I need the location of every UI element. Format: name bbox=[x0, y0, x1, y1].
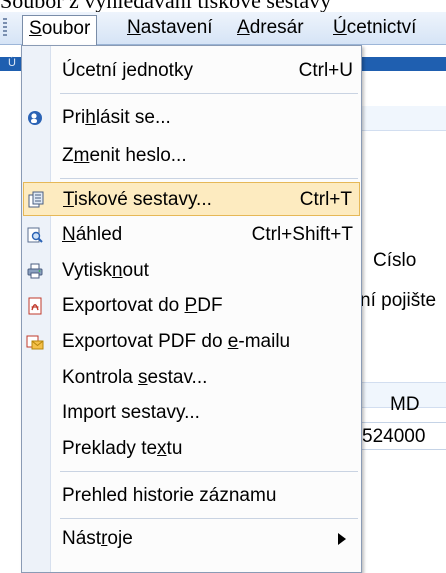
menu-item-label: Tiskové sestavy... bbox=[63, 189, 212, 210]
form-header-panel bbox=[360, 106, 446, 131]
toolbar-grip[interactable] bbox=[3, 18, 7, 38]
menu-item-label: Exportovat PDF do e-mailu bbox=[62, 331, 291, 352]
menu-ucetnictvi-label: cetnictví bbox=[346, 17, 417, 38]
pdf-icon bbox=[28, 297, 42, 315]
menu-item-label: Import sestavy... bbox=[62, 402, 200, 423]
menu-item-nahled[interactable]: Náhled Ctrl+Shift+T bbox=[23, 218, 360, 252]
menu-separator bbox=[60, 93, 358, 94]
pdf-email-icon bbox=[26, 335, 44, 350]
menu-separator bbox=[60, 518, 358, 519]
menu-soubor-mnemonic: S bbox=[29, 18, 42, 39]
menu-ucetnictvi[interactable]: Úcetnictví bbox=[327, 15, 422, 41]
menu-item-label: Exportovat do PDF bbox=[62, 295, 223, 316]
menu-nastaveni-mnemonic: N bbox=[127, 17, 141, 38]
menu-item-nastroje[interactable]: Nástroje bbox=[23, 522, 360, 556]
menu-item-shortcut: Ctrl+Shift+T bbox=[251, 224, 353, 245]
login-icon bbox=[28, 111, 42, 125]
menu-item-label: Vytisknout bbox=[62, 260, 149, 281]
md-column-header[interactable]: MD bbox=[390, 394, 420, 416]
menu-soubor[interactable]: Soubor bbox=[22, 15, 98, 45]
menu-adresar[interactable]: Adresár bbox=[231, 15, 310, 41]
pojisteni-label: ní pojište bbox=[360, 290, 437, 311]
menu-item-label: Zmenit heslo... bbox=[62, 145, 187, 166]
menu-item-shortcut: Ctrl+T bbox=[299, 189, 352, 210]
menu-item-preklady-textu[interactable]: Preklady textu bbox=[23, 432, 360, 466]
menu-item-label: Kontrola sestav... bbox=[62, 367, 208, 388]
menu-item-export-pdf-email[interactable]: Exportovat PDF do e-mailu bbox=[23, 325, 360, 359]
menu-separator bbox=[60, 471, 358, 472]
menu-adresar-label: dresár bbox=[249, 17, 304, 38]
menu-soubor-label: oubor bbox=[41, 18, 91, 39]
menu-ucetnictvi-mnemonic: Ú bbox=[333, 17, 347, 38]
menu-separator bbox=[60, 178, 358, 179]
menu-adresar-mnemonic: A bbox=[237, 17, 250, 38]
menu-item-tiskove-sestavy[interactable]: Tiskové sestavy... Ctrl+T bbox=[23, 182, 360, 216]
menu-item-label: Úcetní jednotky bbox=[62, 60, 193, 81]
menu-item-label: Prehled historie záznamu bbox=[62, 485, 277, 506]
menu-item-vytisknout[interactable]: Vytisknout bbox=[23, 254, 360, 288]
soubor-dropdown-menu: Úcetní jednotky Ctrl+U Prihlásit se... Z… bbox=[21, 45, 362, 573]
document-caption: Soubor z vyhledávání tiskové sestavy bbox=[0, 0, 446, 12]
document-tab-label[interactable]: Ú bbox=[8, 57, 16, 69]
report-icon bbox=[28, 191, 44, 208]
menu-item-prihlasit[interactable]: Prihlásit se... bbox=[23, 101, 360, 135]
menu-item-export-pdf[interactable]: Exportovat do PDF bbox=[23, 289, 360, 323]
menu-item-label: Preklady textu bbox=[62, 438, 183, 459]
md-cell[interactable]: 524000 bbox=[360, 422, 446, 450]
menu-item-import-sestavy[interactable]: Import sestavy... bbox=[23, 396, 360, 430]
printer-icon bbox=[27, 263, 43, 279]
cislo-label: Císlo bbox=[373, 250, 417, 271]
menu-item-label: Prihlásit se... bbox=[62, 107, 171, 128]
menu-item-kontrola-sestav[interactable]: Kontrola sestav... bbox=[23, 361, 360, 395]
preview-icon bbox=[27, 227, 43, 243]
submenu-arrow-icon bbox=[338, 533, 346, 545]
menu-item-prehled-historie[interactable]: Prehled historie záznamu bbox=[23, 479, 360, 513]
menu-item-shortcut: Ctrl+U bbox=[298, 60, 353, 81]
menu-item-zmenit-heslo[interactable]: Zmenit heslo... bbox=[23, 139, 360, 173]
menu-item-label: Náhled bbox=[62, 224, 123, 245]
menu-bar: Soubor Nastavení Adresár Úcetnictví bbox=[0, 12, 446, 45]
menu-nastaveni[interactable]: Nastavení bbox=[121, 15, 219, 41]
menu-item-ucetni-jednotky[interactable]: Úcetní jednotky Ctrl+U bbox=[23, 54, 360, 88]
menu-item-label: Nástroje bbox=[62, 528, 133, 549]
menu-nastaveni-label: astavení bbox=[140, 17, 213, 38]
